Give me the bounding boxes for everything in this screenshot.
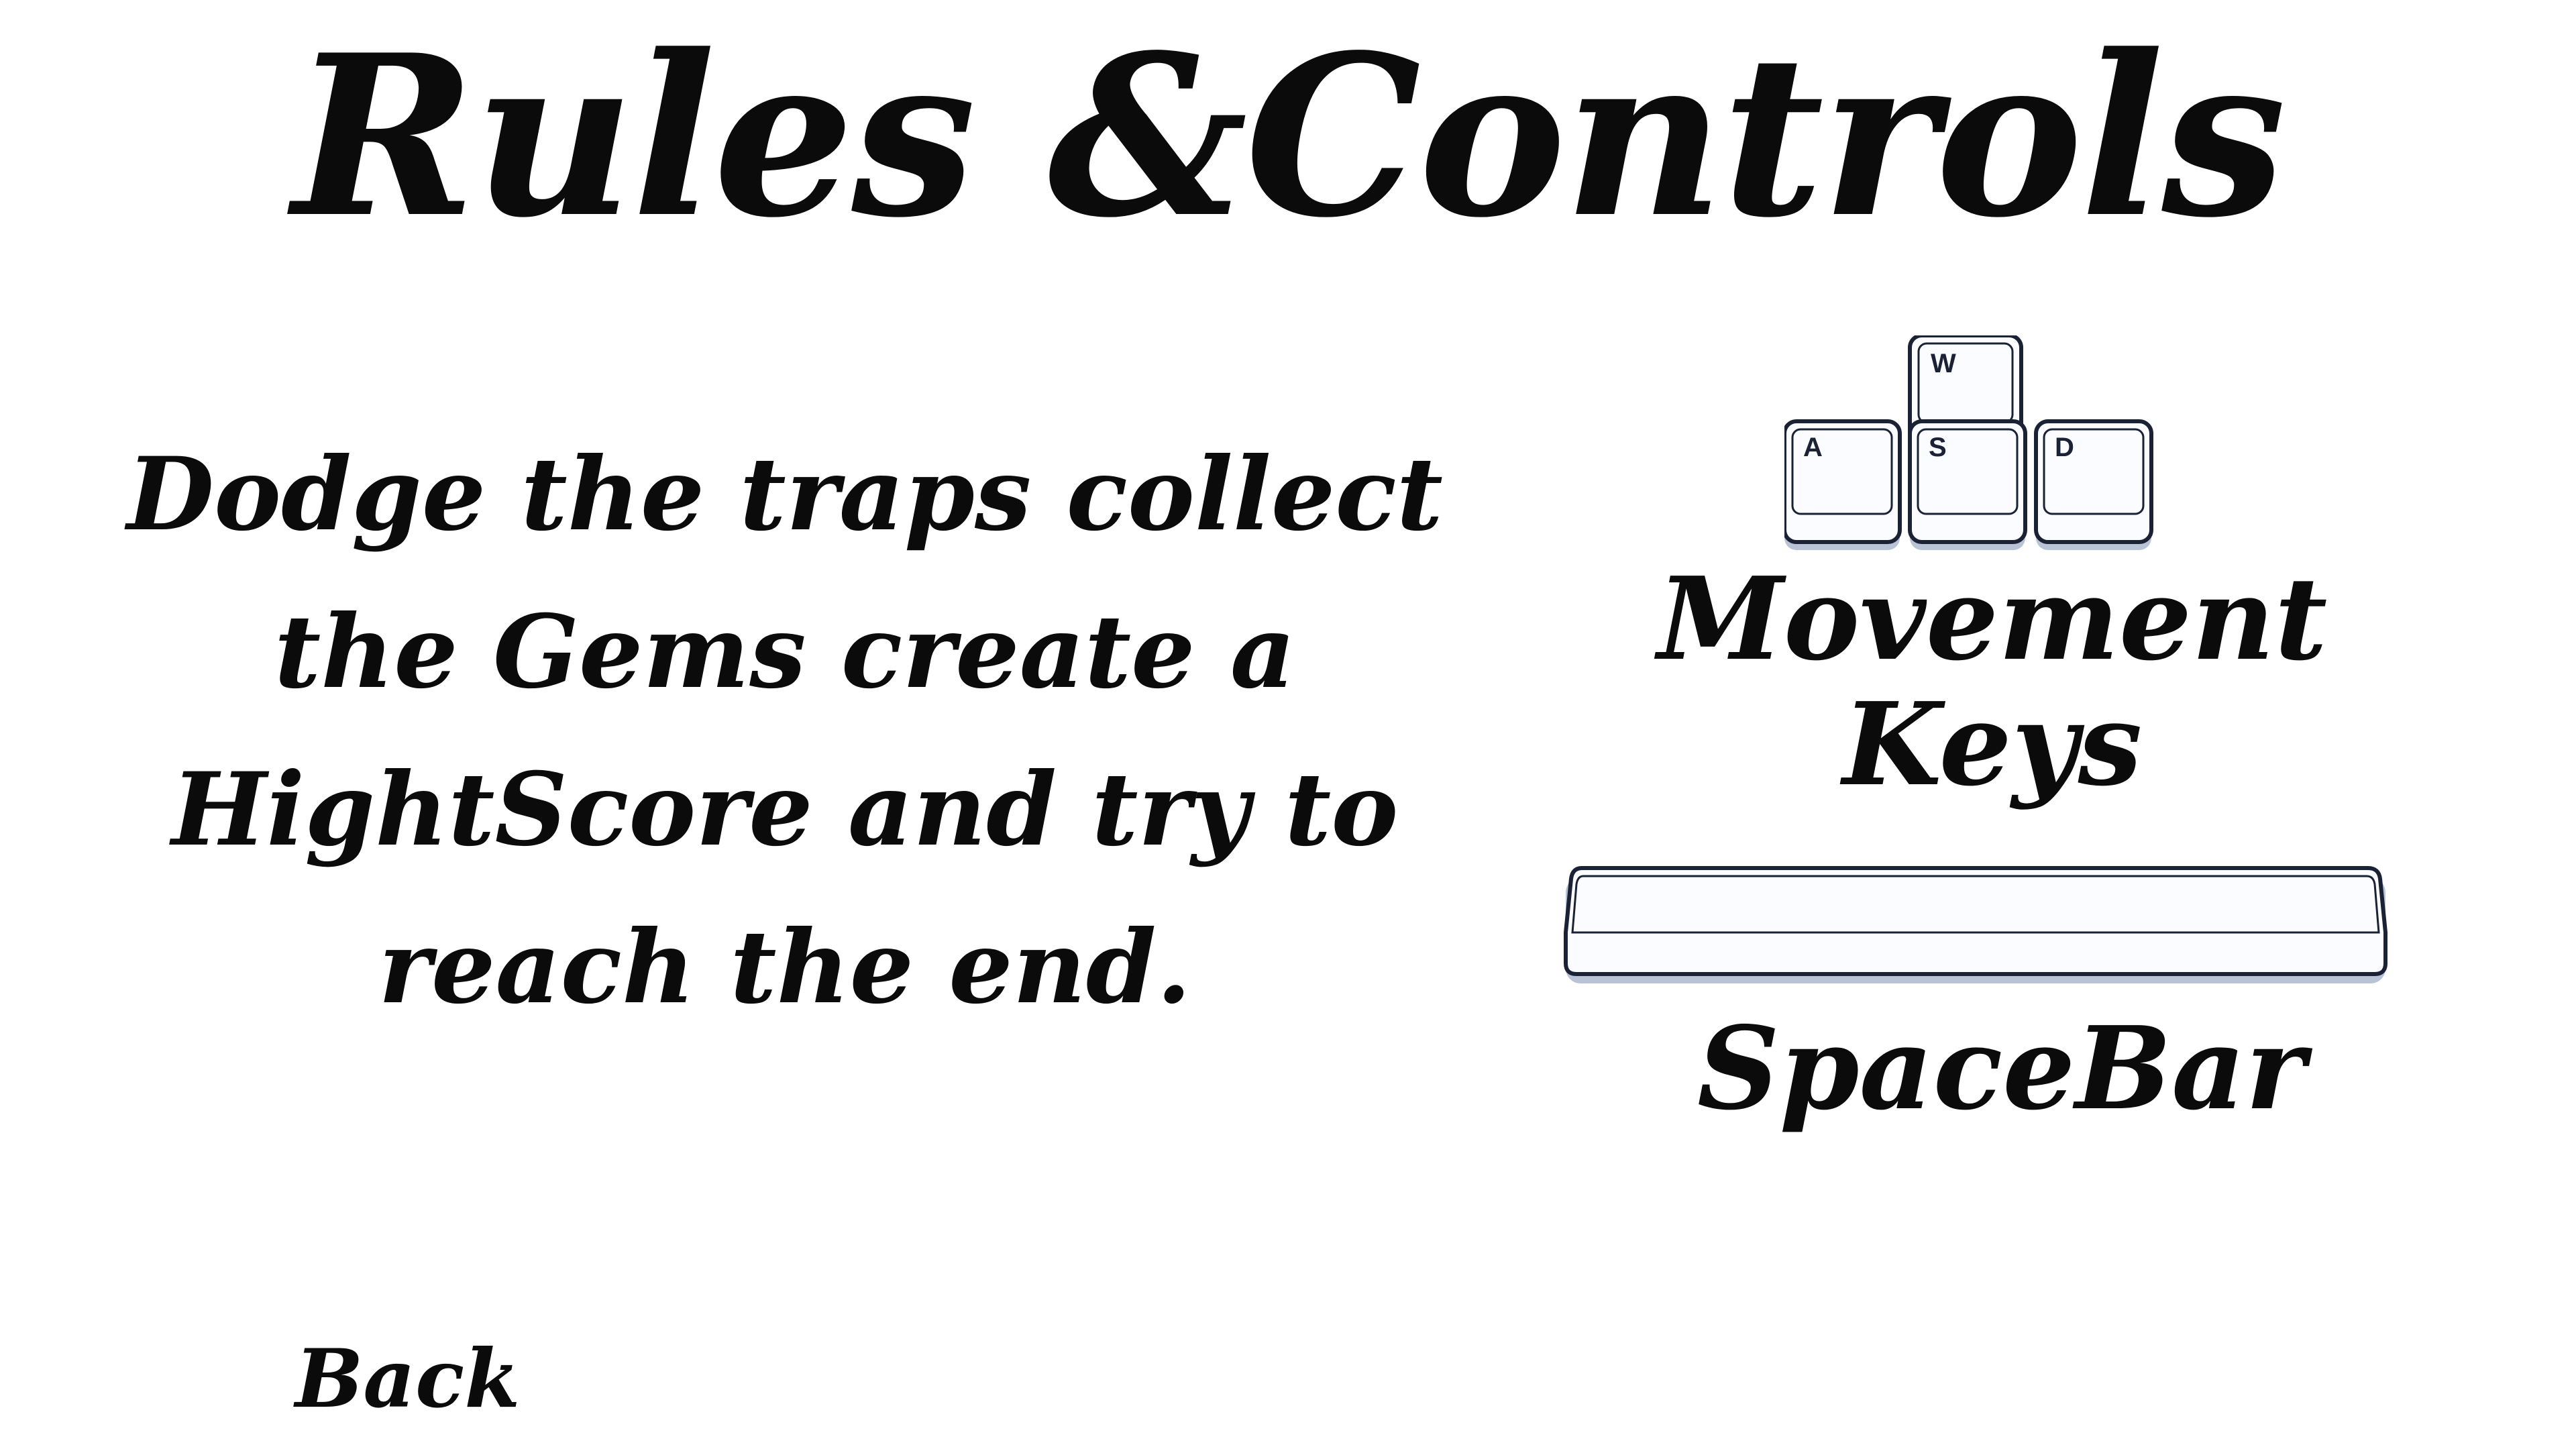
key-a: A xyxy=(1784,419,1902,550)
spacebar-label: SpaceBar xyxy=(1697,1002,2306,1136)
wasd-keys-icon: W A S D xyxy=(1784,335,2153,550)
key-d: D xyxy=(2034,419,2153,550)
movement-keys-label: Movement Keys xyxy=(1657,552,2328,812)
rules-controls-screen: Rules &Controls Dodge the traps collect … xyxy=(0,0,2576,1449)
key-a-label: A xyxy=(1803,433,1823,462)
key-w-label: W xyxy=(1931,349,1956,378)
key-s-label: S xyxy=(1929,433,1947,462)
rules-text: Dodge the traps collect the Gems create … xyxy=(126,435,1443,1026)
spacebar-key-icon xyxy=(1564,866,2387,983)
key-s: S xyxy=(1908,419,2027,550)
back-button[interactable]: Back xyxy=(295,1335,520,1424)
key-d-label: D xyxy=(2055,433,2074,462)
page-title: Rules &Controls xyxy=(292,6,2286,266)
